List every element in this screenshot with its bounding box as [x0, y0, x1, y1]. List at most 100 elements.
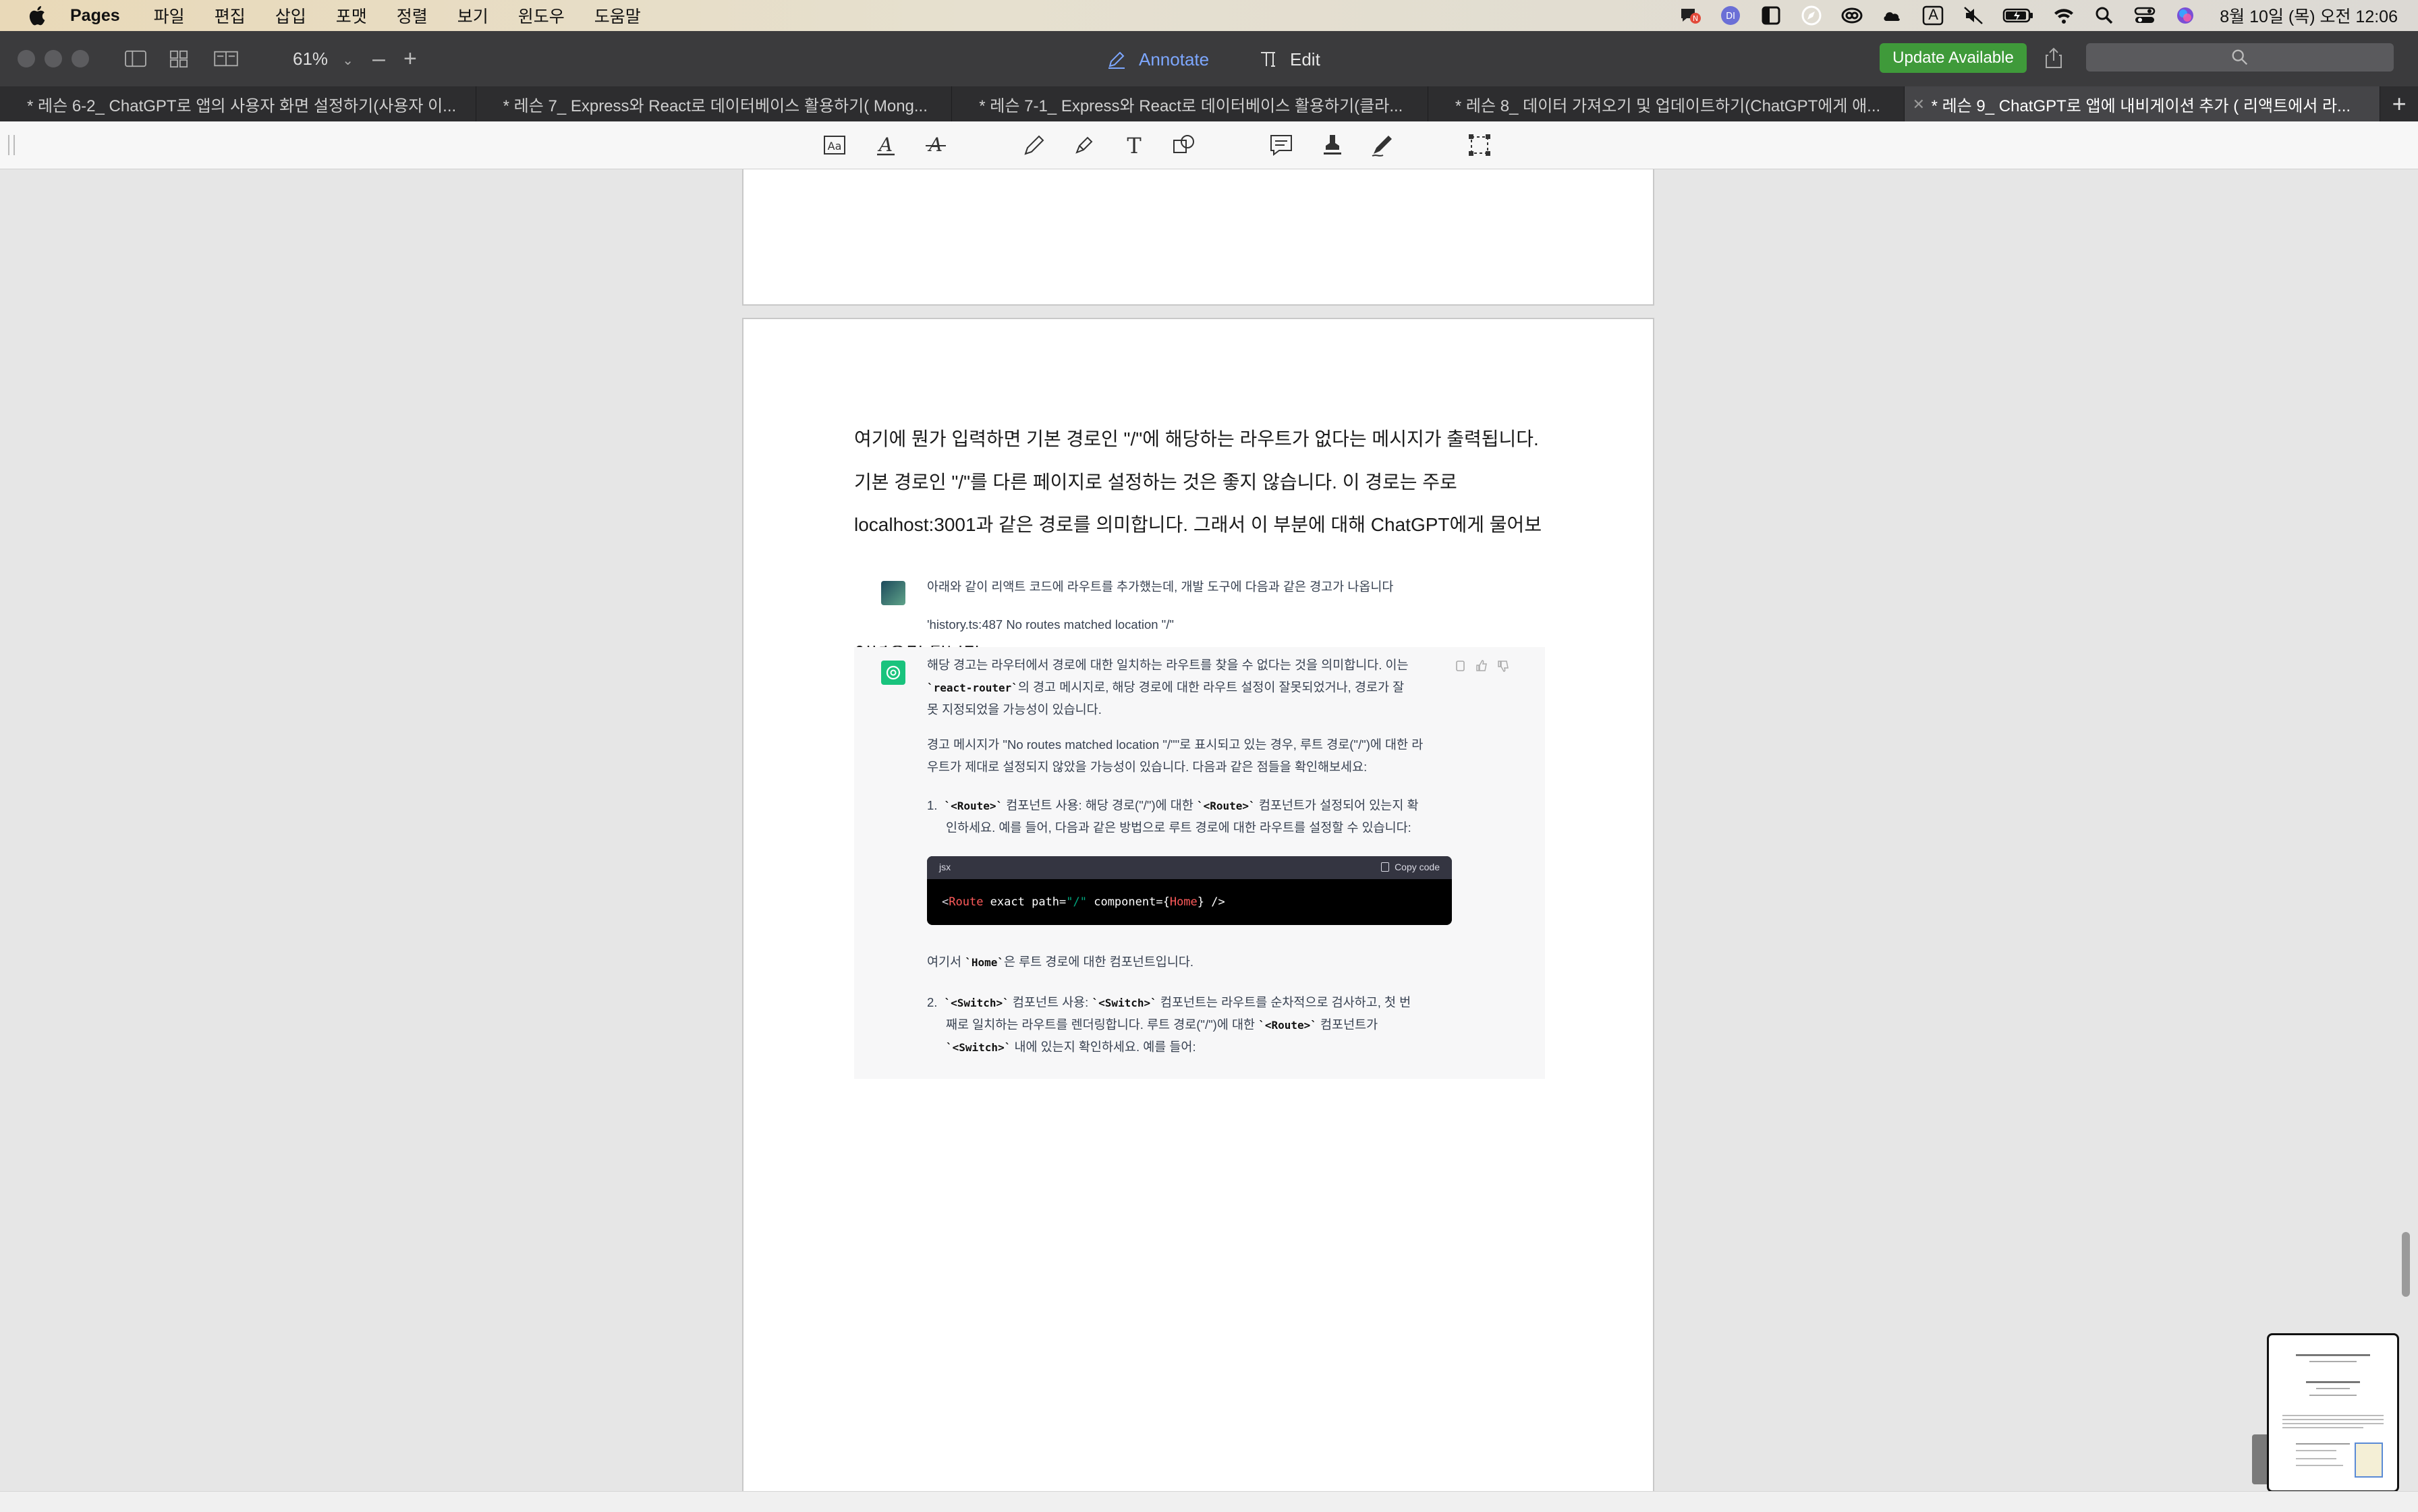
assistant-paragraph-2-line-1: 경고 메시지가 "No routes matched location "/""… — [927, 737, 1424, 752]
tab-lesson-8[interactable]: * 레슨 8_ 데이터 가져오기 및 업데이트하기(ChatGPT에게 애... — [1428, 86, 1905, 121]
pencil-icon — [1108, 51, 1125, 69]
two-page-view-icon[interactable] — [213, 46, 239, 72]
wifi-icon[interactable] — [2052, 5, 2075, 26]
tab-lesson-7-1[interactable]: * 레슨 7-1_ Express와 React로 데이터베이스 활용하기(클라… — [952, 86, 1428, 121]
menubar-clock[interactable]: 8월 10일 (목) 오전 12:06 — [2220, 3, 2398, 28]
inline-code: `<Route>` — [1258, 1019, 1317, 1032]
apple-logo-icon[interactable] — [26, 3, 50, 28]
svg-text:Aa: Aa — [828, 140, 842, 152]
code-token: Home — [1169, 895, 1198, 909]
copy-code-button[interactable]: Copy code — [1381, 862, 1440, 872]
list-item-2-line-2: 째로 일치하는 라우트를 렌더링합니다. 루트 경로("/")에 대한 `<Ro… — [946, 1013, 1378, 1037]
text-selection-icon[interactable]: Aa — [820, 131, 849, 159]
user-message-line-1: 아래와 같이 리액트 코드에 라우트를 추가했는데, 개발 도구에 다음과 같은… — [927, 580, 1394, 594]
window-close-button[interactable] — [18, 50, 35, 67]
inline-code: `Home` — [965, 956, 1004, 969]
battery-icon[interactable] — [2002, 5, 2035, 26]
menu-app-name[interactable]: Pages — [70, 6, 120, 26]
grid-view-icon[interactable] — [169, 46, 189, 72]
annotate-mode-button[interactable]: Annotate — [1106, 45, 1209, 74]
code-line: <Route exact path="/" component={Home} /… — [942, 895, 1225, 909]
thumbs-up-icon[interactable] — [1475, 659, 1488, 673]
share-icon[interactable] — [2042, 46, 2066, 70]
menu-edit[interactable]: 편집 — [215, 3, 246, 28]
horizontal-scrollbar[interactable] — [0, 1491, 2418, 1512]
zoom-selector[interactable]: 61% ⌄ — [293, 49, 354, 69]
edit-mode-button[interactable]: Edit — [1259, 45, 1320, 74]
shapes-icon[interactable] — [1170, 131, 1198, 159]
user-message: 아래와 같이 리액트 코드에 라우트를 추가했는데, 개발 도구에 다음과 같은… — [854, 557, 1545, 646]
thumbs-down-icon[interactable] — [1496, 659, 1510, 673]
highlighter-icon[interactable] — [1070, 131, 1098, 159]
annotation-toolbar: Aa A A T — [0, 121, 2418, 169]
svg-text:T: T — [1127, 133, 1142, 158]
code-token: /> — [1204, 895, 1225, 909]
document-tabs: * 레슨 6-2_ ChatGPT로 앱의 사용자 화면 설정하기(사용자 이.… — [0, 86, 2418, 121]
search-icon — [2232, 49, 2248, 65]
document-canvas[interactable]: 여기에 뭔가 입력하면 기본 경로인 "/"에 해당하는 라우트가 없다는 메시… — [0, 169, 2418, 1491]
clipboard-icon — [1381, 862, 1390, 872]
window-minimize-button[interactable] — [45, 50, 62, 67]
svg-text:A: A — [927, 134, 943, 156]
input-source-icon[interactable]: A — [1921, 5, 1944, 26]
comment-icon[interactable] — [1267, 131, 1295, 159]
stamp-icon[interactable] — [1318, 131, 1347, 159]
signature-icon[interactable] — [1368, 131, 1397, 159]
menu-format[interactable]: 포맷 — [336, 3, 367, 28]
previous-page[interactable] — [742, 169, 1654, 306]
menu-arrange[interactable]: 정렬 — [397, 3, 428, 28]
zoom-out-button[interactable]: – — [372, 46, 385, 72]
search-field[interactable] — [2086, 43, 2394, 72]
tab-lesson-6-2[interactable]: * 레슨 6-2_ ChatGPT로 앱의 사용자 화면 설정하기(사용자 이.… — [0, 86, 476, 121]
code-token: Route — [949, 895, 984, 909]
tab-lesson-9[interactable]: ✕ * 레슨 9_ ChatGPT로 앱에 내비게이션 추가 ( 리액트에서 라… — [1904, 86, 2381, 121]
sidebar-icon[interactable] — [1760, 5, 1782, 26]
menu-window[interactable]: 윈도우 — [518, 3, 565, 28]
inline-code: `<Route>` — [1196, 800, 1256, 812]
compass-icon[interactable] — [1800, 5, 1823, 26]
strikethrough-text-icon[interactable]: A — [922, 131, 950, 159]
current-page[interactable]: 여기에 뭔가 입력하면 기본 경로인 "/"에 해당하는 라우트가 없다는 메시… — [742, 318, 1654, 1491]
cloud-icon[interactable] — [1881, 5, 1904, 26]
svg-text:A: A — [877, 134, 893, 156]
vertical-scrollbar[interactable] — [2402, 1232, 2410, 1297]
d-app-icon[interactable]: DI — [1719, 5, 1742, 26]
mute-icon[interactable] — [1962, 5, 1985, 26]
page-navigator-thumbnail[interactable] — [2267, 1333, 2399, 1492]
tab-label: * 레슨 7_ Express와 React로 데이터베이스 활용하기( Mon… — [503, 96, 928, 115]
creative-cloud-icon[interactable] — [1840, 5, 1863, 26]
text-cursor-icon — [1261, 52, 1275, 67]
menu-help[interactable]: 도움말 — [594, 3, 641, 28]
close-icon[interactable]: ✕ — [1913, 96, 1925, 113]
list-item-1-line-2: 인하세요. 예를 들어, 다음과 같은 방법으로 루트 경로에 대한 라우트를 … — [946, 820, 1411, 835]
update-available-button[interactable]: Update Available — [1880, 43, 2027, 73]
tab-lesson-7[interactable]: * 레슨 7_ Express와 React로 데이터베이스 활용하기( Mon… — [476, 86, 953, 121]
inline-code: `react-router` — [927, 681, 1018, 694]
menu-insert[interactable]: 삽입 — [275, 3, 306, 28]
chatgpt-screenshot: 아래와 같이 리액트 코드에 라우트를 추가했는데, 개발 도구에 다음과 같은… — [854, 557, 1545, 1079]
text-tool-icon[interactable]: T — [1120, 131, 1148, 159]
crop-selection-icon[interactable] — [1465, 131, 1494, 159]
code-token: exact path= — [983, 895, 1067, 909]
list-number: 2. — [927, 995, 938, 1009]
zoom-in-button[interactable]: + — [403, 46, 417, 72]
highlight-text-icon[interactable]: A — [872, 131, 900, 159]
text-span: 째로 일치하는 라우트를 렌더링합니다. 루트 경로("/")에 대한 — [946, 1017, 1256, 1032]
input-source-label: A — [1928, 6, 1938, 23]
menu-view[interactable]: 보기 — [457, 3, 488, 28]
menu-file[interactable]: 파일 — [154, 3, 185, 28]
pen-icon[interactable] — [1020, 131, 1048, 159]
siri-icon[interactable] — [2174, 5, 2197, 26]
notification-badge-icon[interactable]: N — [1679, 5, 1702, 26]
sidebar-toggle-icon[interactable] — [124, 46, 147, 72]
tab-label: * 레슨 9_ ChatGPT로 앱에 내비게이션 추가 ( 리액트에서 라..… — [1931, 96, 2351, 115]
new-tab-button[interactable]: + — [2380, 86, 2418, 121]
spotlight-icon[interactable] — [2093, 5, 2116, 26]
code-token: "/" — [1066, 895, 1087, 909]
navigator-handle[interactable] — [2252, 1434, 2267, 1484]
window-zoom-button[interactable] — [72, 50, 89, 67]
list-item-2-line-1: 2. `<Switch>` 컴포넌트 사용: `<Switch>` 컴포넌트는 라… — [927, 991, 1411, 1015]
list-item-2-line-3: `<Switch>` 내에 있는지 확인하세요. 예를 들어: — [946, 1036, 1196, 1059]
copy-icon[interactable] — [1453, 659, 1467, 673]
control-center-icon[interactable] — [2133, 5, 2156, 26]
